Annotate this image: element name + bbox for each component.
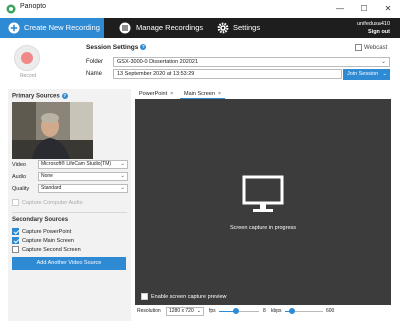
record-button[interactable] [14,45,40,71]
fps-slider-thumb[interactable] [233,308,239,314]
quality-select[interactable]: Standard ⌄ [38,184,128,193]
minimize-button[interactable]: — [328,0,352,18]
chevron-down-icon: ⌄ [120,185,125,191]
checkbox-icon [355,44,362,51]
preview-tab-bar: PowerPoint × Main Screen × [135,89,391,99]
chevron-down-icon: ⌄ [380,59,386,65]
chevron-down-icon: ⌄ [196,308,201,314]
sign-out-link[interactable]: Sign out [357,28,390,36]
session-name-input[interactable]: 13 September 2020 at 13:53:29 [113,69,342,79]
webcast-checkbox[interactable]: Webcast [355,44,387,51]
monitor-icon [242,175,284,212]
video-label: Video [12,162,26,168]
kbps-slider-thumb[interactable] [289,308,295,314]
chevron-down-icon: ⌄ [382,71,387,77]
audio-source-select[interactable]: None ⌄ [38,172,128,181]
fps-value: 8 [263,308,266,314]
resolution-select[interactable]: 1280 x 720 ⌄ [166,307,204,316]
primary-sources-title: Primary Sources [12,93,60,100]
tab-main-screen[interactable]: Main Screen × [180,89,226,99]
capture-computer-audio-checkbox[interactable]: Capture Computer Audio [12,199,83,206]
tab-label: Create New Recording [24,23,100,32]
main-tab-bar: Create New Recording Manage Recordings S… [0,18,400,38]
list-icon [119,22,131,34]
close-window-button[interactable]: ✕ [376,0,400,18]
folder-value: GSX-3000-0 Dissertation 202021 [117,59,199,65]
tab-label: Settings [233,23,261,32]
close-tab-icon[interactable]: × [218,91,221,97]
join-session-label: Join Session [347,71,379,77]
video-source-value: Microsoft® LifeCam Studio(TM) [41,161,112,167]
quality-value: Standard [41,185,62,191]
chevron-down-icon: ⌄ [120,161,125,167]
join-session-button[interactable]: Join Session ⌄ [343,69,390,80]
tab-create-new-recording[interactable]: Create New Recording [0,18,104,38]
info-icon[interactable]: ? [140,44,147,51]
add-video-source-button[interactable]: Add Another Video Source [12,257,126,270]
chevron-down-icon: ⌄ [120,173,125,179]
recording-settings-bar: Resolution 1280 x 720 ⌄ fps 8 kbps 600 [135,306,391,318]
checkbox-icon [12,246,19,253]
session-settings-title: Session Settings [86,44,139,51]
gear-icon [217,22,229,34]
checkbox-icon [12,199,19,206]
tab-label: Main Screen [184,91,215,97]
tab-settings[interactable]: Settings [213,18,263,38]
resolution-label: Resolution [137,308,161,314]
name-label: Name [86,71,103,77]
title-bar: Panopto — ☐ ✕ [0,0,400,18]
capture-status-text: Screen capture in progress [229,225,297,231]
checkbox-icon [141,293,148,300]
kbps-value: 600 [326,308,335,314]
resolution-value: 1280 x 720 [169,308,194,314]
capture-main-screen-checkbox[interactable]: Capture Main Screen [12,237,74,244]
tab-manage-recordings[interactable]: Manage Recordings [115,18,205,38]
plus-circle-icon [8,22,20,34]
maximize-button[interactable]: ☐ [352,0,376,18]
folder-select[interactable]: GSX-3000-0 Dissertation 202021 ⌄ [113,57,390,67]
kbps-label: kbps [271,308,282,314]
enable-preview-checkbox[interactable]: Enable screen capture preview [141,293,227,300]
record-dot-icon [21,52,33,64]
capture-audio-label: Capture Computer Audio [22,199,83,206]
checkbox-label: Capture PowerPoint [22,228,72,235]
folder-label: Folder [86,59,104,65]
webcast-label: Webcast [364,45,388,52]
video-source-select[interactable]: Microsoft® LifeCam Studio(TM) ⌄ [38,160,128,169]
sources-panel: Primary Sources? Video Microsoft® LifeCa… [8,89,131,321]
checkbox-checked-icon [12,237,19,244]
checkbox-label: Capture Second Screen [22,246,81,253]
audio-label: Audio [12,174,27,180]
screen-preview-area: Screen capture in progress Enable screen… [135,99,391,305]
record-label: Record [19,73,37,79]
webcam-preview [12,102,93,159]
info-icon[interactable]: ? [61,93,68,99]
user-info: unifedusa410 Sign out [357,20,390,36]
audio-source-value: None [41,173,53,179]
tab-label: PowerPoint [139,91,168,97]
capture-second-screen-checkbox[interactable]: Capture Second Screen [12,246,81,253]
capture-powerpoint-checkbox[interactable]: Capture PowerPoint [12,228,71,235]
session-settings-heading: Session Settings? [86,44,147,51]
close-tab-icon[interactable]: × [170,91,173,97]
primary-sources-heading: Primary Sources? [12,93,68,100]
tab-powerpoint[interactable]: PowerPoint × [135,89,177,99]
checkbox-label: Capture Main Screen [22,237,74,244]
secondary-sources-heading: Secondary Sources [12,217,69,223]
window-title: Panopto [20,3,47,10]
tab-label: Manage Recordings [136,23,204,32]
checkbox-checked-icon [12,228,19,235]
panopto-logo-icon [6,4,16,14]
fps-label: fps [209,308,216,314]
enable-preview-label: Enable screen capture preview [151,293,227,300]
quality-label: Quality [12,186,30,192]
panopto-window: Panopto — ☐ ✕ Create New Recording Manag… [0,0,400,330]
username: unifedusa410 [356,21,390,27]
divider [12,212,127,213]
